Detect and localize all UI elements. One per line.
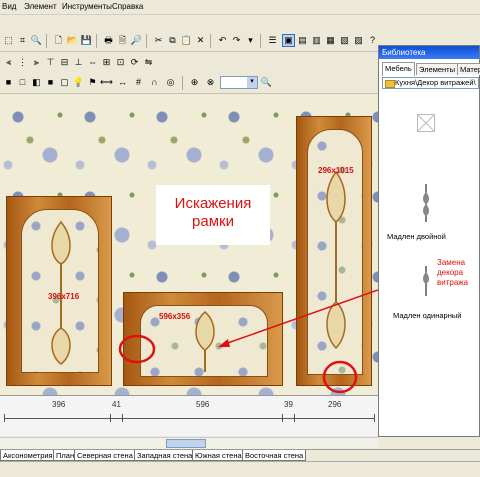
lifebuoy-icon[interactable]: ◎ — [164, 76, 177, 89]
measure-icon[interactable]: ⟷ — [100, 76, 113, 89]
paste-icon[interactable]: 📋 — [180, 34, 193, 47]
open-folder-icon[interactable]: 📂 — [66, 34, 79, 47]
copy-icon[interactable]: ⧉ — [166, 34, 179, 47]
ruler-line — [4, 418, 374, 419]
distribute-icon[interactable]: ⇔ — [86, 56, 99, 69]
library-path[interactable]: Кухня\Декор витражей\ — [382, 77, 479, 89]
view-plan-icon[interactable]: ▣ — [282, 34, 295, 47]
rotate-icon[interactable]: ⟳ — [128, 56, 141, 69]
ruler-label: 296 — [328, 400, 342, 409]
new-file-icon[interactable]: 🗋 — [52, 34, 65, 47]
chevron-down-icon[interactable]: ▾ — [247, 77, 257, 88]
annotation-overlay — [118, 289, 378, 394]
decor-single-icon[interactable] — [419, 264, 433, 298]
folder-icon — [385, 80, 395, 88]
light-bulb-icon[interactable]: 💡 — [72, 76, 85, 89]
teal-box-icon[interactable]: ■ — [44, 76, 57, 89]
library-icon[interactable]: ▨ — [352, 34, 365, 47]
library-annotation: Замена декора витража — [437, 258, 469, 287]
tab-east-wall[interactable]: Восточная стена — [242, 450, 307, 461]
magnet-icon[interactable]: ∩ — [148, 76, 161, 89]
item-label: Мадлен двойной — [387, 232, 446, 241]
status-bar — [0, 461, 480, 477]
box-solid-icon[interactable]: ◧ — [30, 76, 43, 89]
tag-icon[interactable]: ⚑ — [86, 76, 99, 89]
ungroup-icon[interactable]: ⊡ — [114, 56, 127, 69]
align-center-icon[interactable]: ⋮ — [16, 56, 29, 69]
align-middle-icon[interactable]: ⊟ — [58, 56, 71, 69]
grid-red-icon[interactable]: # — [132, 76, 145, 89]
dimension-ruler: 396 41 596 39 296 — [0, 395, 378, 436]
undo-icon[interactable]: ↶ — [216, 34, 229, 47]
cut-icon[interactable]: ✂ — [152, 34, 165, 47]
library-panel: Библиотека Мебель Элементы Матер Кухня\Д… — [378, 45, 480, 437]
redo-icon[interactable]: ↷ — [230, 34, 243, 47]
properties-icon[interactable]: ☰ — [266, 34, 279, 47]
align-right-icon[interactable]: ⫸ — [30, 56, 43, 69]
tab-north-wall[interactable]: Северная стена — [74, 450, 136, 461]
select-icon[interactable]: ⬚ — [2, 34, 15, 47]
item-label: Мадлен одинарный — [393, 311, 462, 320]
tab-axonometry[interactable]: Аксонометрия — [0, 450, 56, 461]
mirror-icon[interactable]: ⇋ — [142, 56, 155, 69]
align-left-icon[interactable]: ⫷ — [2, 56, 15, 69]
view-side-icon[interactable]: ▥ — [310, 34, 323, 47]
find-icon[interactable]: 🔎 — [130, 34, 143, 47]
zoom-select[interactable]: ▾ — [220, 76, 258, 89]
search-icon[interactable]: 🔍 — [260, 76, 273, 89]
print-preview-icon[interactable]: 🗎 — [116, 34, 129, 47]
drawing-canvas[interactable]: 396x716 596x356 296x1015 Искажения рамки — [0, 95, 379, 395]
menu-bar: Вид Элемент Инструменты Справка — [0, 0, 480, 15]
tab-materials[interactable]: Матер — [457, 63, 480, 75]
zoom-in-icon[interactable]: ⊕ — [188, 76, 201, 89]
box-icon[interactable]: □ — [16, 76, 29, 89]
print-icon[interactable]: 🖶 — [102, 34, 115, 47]
group-icon[interactable]: ⊞ — [100, 56, 113, 69]
scroll-thumb[interactable] — [166, 439, 206, 448]
menu-help[interactable]: Справка — [112, 2, 143, 11]
menu-view[interactable]: Вид — [2, 2, 16, 11]
tab-south-wall[interactable]: Южная стена — [192, 450, 245, 461]
cube-icon[interactable]: ■ — [2, 76, 15, 89]
align-bottom-icon[interactable]: ⊥ — [72, 56, 85, 69]
tab-elements[interactable]: Элементы — [416, 63, 458, 75]
ruler-label: 39 — [284, 400, 293, 409]
ruler-label: 396 — [52, 400, 66, 409]
ruler-label: 41 — [112, 400, 121, 409]
zoom-icon[interactable]: 🔍 — [30, 34, 43, 47]
dimension-icon[interactable]: ↔ — [116, 76, 129, 89]
chevron-down-icon[interactable]: ▾ — [244, 34, 257, 47]
menu-element[interactable]: Элемент — [24, 2, 57, 11]
grid-icon[interactable]: ⌗ — [16, 34, 29, 47]
align-top-icon[interactable]: ⊤ — [44, 56, 57, 69]
tab-furniture[interactable]: Мебель — [382, 62, 415, 76]
zoom-red-icon[interactable]: ⊗ — [204, 76, 217, 89]
ruler-label: 596 — [196, 400, 210, 409]
delete-icon[interactable]: ✕ — [194, 34, 207, 47]
view-front-icon[interactable]: ▤ — [296, 34, 309, 47]
save-icon[interactable]: 💾 — [80, 34, 93, 47]
decor-double-icon[interactable] — [419, 182, 433, 224]
menu-tools[interactable]: Инструменты — [62, 2, 112, 11]
empty-item-icon[interactable] — [417, 114, 435, 132]
view-3d-icon[interactable]: ▦ — [324, 34, 337, 47]
view-render-icon[interactable]: ▧ — [338, 34, 351, 47]
library-title: Библиотека — [379, 46, 479, 59]
box-outline-icon[interactable]: ▢ — [58, 76, 71, 89]
tab-west-wall[interactable]: Западная стена — [134, 450, 196, 461]
